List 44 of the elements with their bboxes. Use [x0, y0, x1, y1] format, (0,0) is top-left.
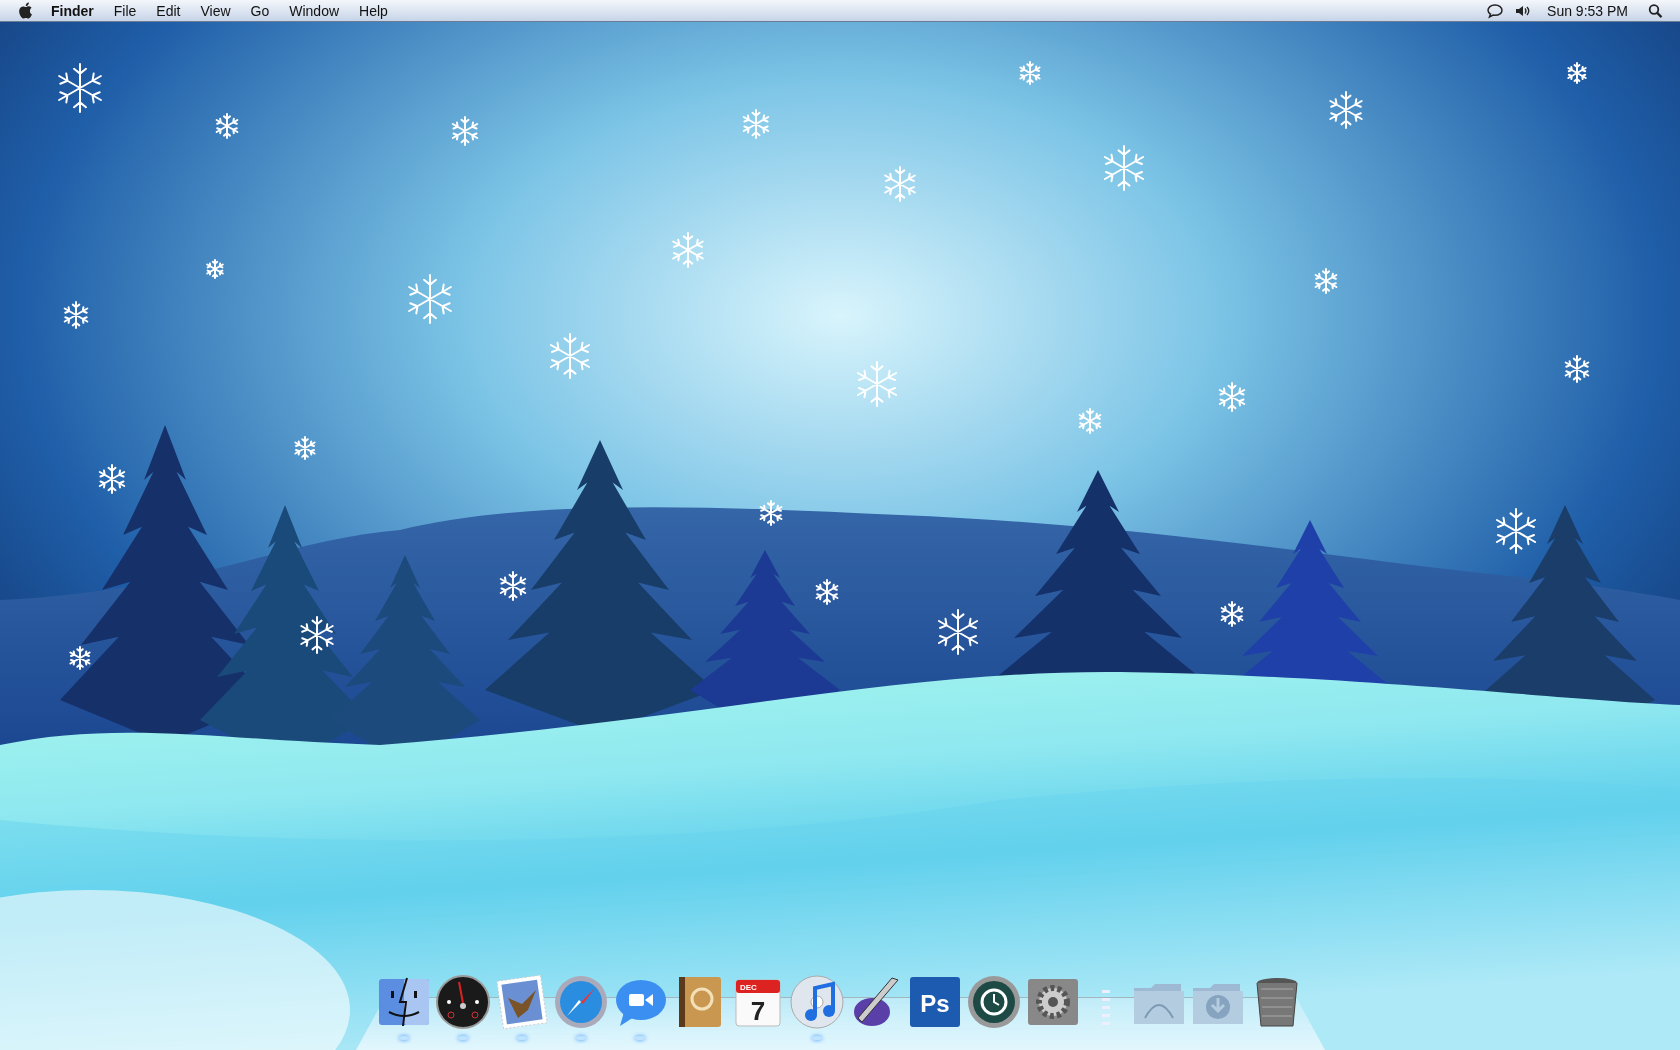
snowflake [1078, 408, 1102, 434]
menu-title[interactable]: Go [240, 0, 280, 22]
snowflake [1220, 601, 1244, 627]
snowflake [69, 646, 91, 670]
snowflake [1495, 508, 1537, 554]
speech-bubble-icon[interactable] [1486, 2, 1505, 19]
snowflake [294, 436, 316, 460]
snowflake [1218, 382, 1246, 412]
snowflake [206, 259, 224, 279]
menu-title[interactable]: Finder [51, 0, 104, 22]
snowflake [451, 116, 479, 146]
menu-title[interactable]: File [103, 0, 147, 22]
menu-title[interactable]: Window [279, 0, 350, 22]
snowflake [1567, 62, 1587, 84]
snowflake [98, 464, 126, 494]
menu-title[interactable]: Edit [146, 0, 191, 22]
snowflake [549, 333, 591, 379]
snowflake [1329, 91, 1363, 129]
snowflake [937, 609, 979, 655]
snowflake [884, 166, 916, 202]
snowflake [742, 109, 770, 139]
compass-icon[interactable] [552, 974, 609, 1030]
menu-title[interactable]: View [190, 0, 241, 22]
snowflake [759, 500, 783, 526]
snowflake [499, 571, 527, 601]
clock-text[interactable]: Sun 9:53 PM [1537, 0, 1642, 22]
snowflake [300, 616, 334, 654]
apple-logo-icon[interactable] [18, 1, 35, 20]
clock-icon[interactable] [965, 974, 1022, 1030]
snowflake [1103, 145, 1145, 191]
music-disc-icon[interactable] [788, 974, 845, 1030]
snowflake [856, 361, 898, 407]
snowflake [1019, 61, 1041, 85]
snowflake [63, 301, 89, 329]
snowflake [408, 274, 452, 324]
snowflake [1564, 355, 1590, 383]
gauge-icon[interactable] [434, 974, 491, 1030]
snowflake [815, 579, 839, 605]
snowflake [1314, 268, 1338, 294]
snowflake [672, 232, 704, 268]
search-icon[interactable] [1647, 2, 1665, 19]
snowflake [215, 113, 239, 139]
menu-title[interactable]: Help [349, 0, 398, 22]
snowflake [58, 63, 102, 113]
